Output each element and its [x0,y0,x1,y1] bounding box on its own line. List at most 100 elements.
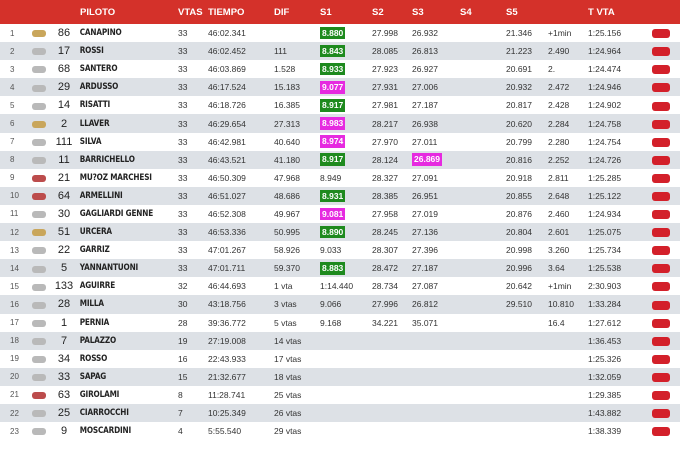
s1-value: 8.917 [320,153,346,166]
header-tvta: T VTA [588,6,615,18]
sector2-cell [370,350,410,368]
s1-value: 9.168 [320,317,342,328]
s1-value: 8.880 [320,26,346,40]
row-position: 21 [10,390,19,400]
gap-cell [546,350,586,368]
header-action [640,0,680,24]
difference-cell: 48.686 [274,190,300,201]
rider-number: 30 [57,207,71,220]
sector1-cell: 9.033 [318,241,370,259]
sector5-cell [504,386,546,404]
rider-name: MOSCARDINI [79,426,132,437]
red-action-button[interactable] [652,318,670,328]
difference-cell: 49.967 [274,208,300,219]
rider-number: 7 [60,334,68,347]
row-position: 11 [10,209,19,219]
header-s2: S2 [372,6,384,18]
rider-number: 34 [57,352,71,365]
s1-value: 8.890 [320,225,346,239]
sector1-cell: 8.917 [318,96,370,114]
motorcycle-brand-logo-icon [32,175,46,183]
red-action-button[interactable] [652,336,670,346]
row-action-button [640,350,680,368]
rider-name: PERNIA [79,317,110,328]
motorcycle-brand-logo-icon [32,265,46,273]
sector3-cell: 26.927 [410,60,458,78]
best-lap-cell: 1:25.075 [588,227,622,238]
motorcycle-brand-logo-icon [32,392,46,400]
s3-value: 26.951 [412,190,438,201]
header-s1: S1 [320,6,332,18]
red-action-button[interactable] [652,65,670,75]
red-action-button[interactable] [652,282,670,292]
s3-value: 26.932 [412,28,438,39]
red-action-button[interactable] [652,210,670,220]
sector2-cell: 27.981 [372,100,398,111]
brand-logo-icon [30,241,50,259]
gap-cell: 2.472 [548,82,570,93]
red-action-button[interactable] [652,427,670,437]
s1-value: 8.917 [320,99,346,112]
sector1-cell: 9.168 [318,314,370,332]
row-position: 20 [10,372,19,382]
red-action-button[interactable] [652,372,670,382]
time-cell: 46:43.521 [208,154,246,165]
rider-number: 9 [60,425,68,438]
table-row: 23 9 MOSCARDINI 4 5:55.540 29 vtas 1:38.339 [0,422,680,441]
difference-cell: 59.370 [274,263,300,274]
table-row: 21 63 GIROLAMI 8 11:28.741 25 vtas 1:29.385 [0,385,680,404]
red-action-button[interactable] [652,83,670,93]
red-action-button[interactable] [652,228,670,238]
table-row: 11 30 GAGLIARDI GENNE 33 46:52.308 49.967 9.08… [0,204,680,224]
red-action-button[interactable] [652,246,670,256]
row-action-button [640,114,680,132]
best-lap-cell: 1:24.758 [588,118,622,129]
laps-cell: 33 [178,118,188,129]
red-action-button[interactable] [652,354,670,364]
laps-cell: 7 [178,408,183,419]
red-action-button[interactable] [652,192,670,202]
row-position: 15 [10,281,19,291]
table-row: 7 111 SILVA 33 46:42.981 40.640 8.974 27.970 27.… [0,132,680,151]
brand-logo-icon [30,187,50,205]
red-action-button[interactable] [652,137,670,147]
difference-cell: 18 vtas [274,371,302,382]
red-action-button[interactable] [652,29,670,39]
red-action-button[interactable] [652,47,670,57]
rider-name: ARMELLINI [79,190,123,201]
red-action-button[interactable] [652,409,670,419]
red-action-button[interactable] [652,119,670,129]
laps-cell: 8 [178,389,183,400]
brand-logo-icon [30,314,50,332]
time-cell: 5:55.540 [208,426,242,437]
motorcycle-brand-logo-icon [32,283,46,291]
best-lap-cell: 1:25.734 [588,245,622,256]
table-row: 14 5 YANNANTUONI 33 47:01.711 59.370 8.883 28.4… [0,259,680,278]
sector2-cell: 28.385 [372,190,398,201]
gap-cell: +1min [548,281,572,292]
brand-logo-icon [30,223,50,241]
red-action-button[interactable] [652,391,670,401]
sector2-cell: 28.734 [372,281,398,292]
best-lap-cell: 1:27.612 [588,317,622,328]
red-action-button[interactable] [652,264,670,274]
row-position: 5 [10,100,15,110]
sector4-cell [458,223,504,241]
row-action-button [640,24,680,42]
sector2-cell: 27.958 [372,208,398,219]
header-brand [30,0,50,24]
red-action-button[interactable] [652,155,670,165]
rider-number: 21 [57,171,71,184]
motorcycle-brand-logo-icon [32,319,46,327]
difference-cell: 50.995 [274,227,300,238]
sector4-cell [458,386,504,404]
red-action-button[interactable] [652,101,670,111]
rider-number: 86 [57,27,71,40]
sector4-cell [458,60,504,78]
red-action-button[interactable] [652,300,670,310]
red-action-button[interactable] [652,173,670,183]
sector2-cell [370,386,410,404]
sector3-cell: 27.187 [410,96,458,114]
gap-cell: 2.428 [548,100,570,111]
brand-logo-icon [30,368,50,386]
